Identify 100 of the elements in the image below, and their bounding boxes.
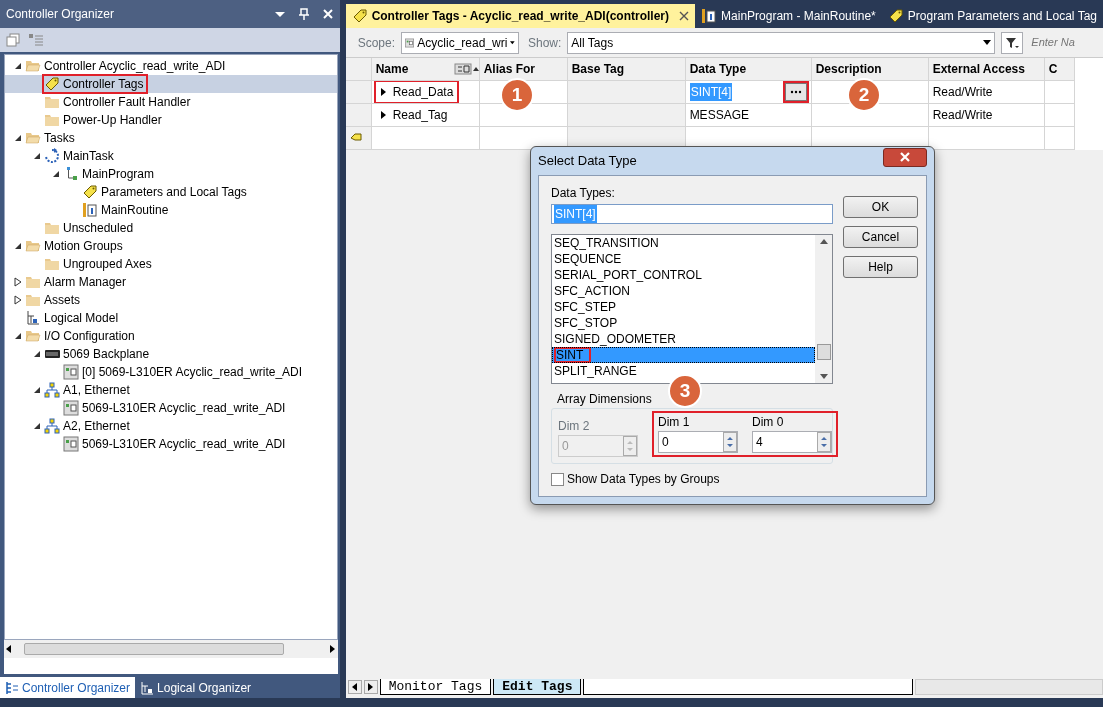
tree-item[interactable]: MainRoutine <box>5 201 337 219</box>
browse-button[interactable] <box>784 83 807 101</box>
field-label: Dim 2 <box>558 418 591 435</box>
horizontal-scrollbar[interactable] <box>4 640 338 658</box>
tree-item[interactable]: Controller Acyclic_read_write_ADI <box>5 57 337 75</box>
filter-icon <box>1005 36 1020 49</box>
table-cell: Read/Write <box>928 104 1045 127</box>
table-cell: Read/Write <box>928 81 1045 104</box>
folder-icon <box>44 220 60 236</box>
panel-tab[interactable]: Logical Organizer <box>135 677 257 698</box>
tree-item[interactable]: A1, Ethernet <box>5 381 337 399</box>
list-item[interactable]: SEQ_TRANSITION <box>552 235 815 251</box>
scroll-left-button[interactable] <box>347 680 362 694</box>
network-icon <box>44 382 60 398</box>
column-header[interactable]: Name <box>371 58 480 81</box>
number-field[interactable]: 0 <box>658 431 738 453</box>
routine-icon <box>701 8 718 24</box>
tree-label: Controller Fault Handler <box>62 94 192 110</box>
list-item[interactable]: SFC_STOP <box>552 315 815 331</box>
number-field[interactable]: 4 <box>752 431 832 453</box>
list-item[interactable]: SFC_ACTION <box>552 283 815 299</box>
tree-item[interactable]: Assets <box>5 291 337 309</box>
dialog-button[interactable]: OK <box>843 196 918 218</box>
left-arrow-icon[interactable] <box>6 645 12 653</box>
tree-label: Ungrouped Axes <box>62 256 153 272</box>
tree-item[interactable]: 5069 Backplane <box>5 345 337 363</box>
editor-tab[interactable]: Program Parameters and Local Tag <box>881 4 1103 28</box>
panel-tab[interactable]: Controller Organizer <box>0 677 136 698</box>
tree-label: MainRoutine <box>100 202 170 218</box>
data-type-list[interactable]: SEQ_TRANSITION SEQUENCE SERIAL_PORT_CONTROL SFC_ACTION SFC_STEP SFC_STOP SIGNED_ODOMETER SINT SPLIT_RANGE <box>551 234 833 384</box>
sheet-tab[interactable]: Edit Tags <box>493 679 582 695</box>
tree-item[interactable]: 5069-L310ER Acyclic_read_write_ADI <box>5 435 337 453</box>
show-groups-checkbox[interactable]: Show Data Types by Groups <box>551 470 833 488</box>
tree-item[interactable]: Unscheduled <box>5 219 337 237</box>
spinner-icon <box>623 436 637 456</box>
tree-item[interactable]: Alarm Manager <box>5 273 337 291</box>
up-arrow-icon[interactable] <box>819 239 828 244</box>
tree-item[interactable]: MainProgram <box>5 165 337 183</box>
scroll-right-button[interactable] <box>363 680 378 694</box>
list-item[interactable]: SIGNED_ODOMETER <box>552 331 815 347</box>
folder-icon <box>25 328 41 344</box>
filter-field[interactable]: Enter Na <box>1029 33 1090 52</box>
table-cell: Read_Data <box>375 82 458 102</box>
tree-item[interactable]: Controller Fault Handler <box>5 93 337 111</box>
column-header[interactable]: External Access <box>928 58 1045 81</box>
folder-icon <box>44 256 60 272</box>
tree-icon <box>5 680 19 695</box>
close-button[interactable] <box>883 147 927 167</box>
tree-item[interactable]: MainTask <box>5 147 337 165</box>
field-label: Data Types: <box>551 185 616 202</box>
tree-label: Alarm Manager <box>43 274 128 290</box>
tree-label: A2, Ethernet <box>62 418 131 434</box>
horizontal-scrollbar[interactable] <box>915 679 1103 695</box>
right-arrow-icon[interactable] <box>329 645 336 653</box>
down-arrow-icon[interactable] <box>819 374 828 379</box>
network-icon <box>44 418 60 434</box>
sheet-tab[interactable]: Monitor Tags <box>379 679 492 695</box>
field-label: Dim 1 <box>658 414 691 431</box>
right-arrow-icon <box>367 683 374 691</box>
list-item[interactable]: SERIAL_PORT_CONTROL <box>552 267 815 283</box>
tree-item[interactable]: Power-Up Handler <box>5 111 337 129</box>
column-header[interactable]: Description <box>811 58 929 81</box>
tree-item[interactable]: Parameters and Local Tags <box>5 183 337 201</box>
list-item[interactable]: SINT <box>552 347 815 363</box>
tree-item[interactable]: [0] 5069-L310ER Acyclic_read_write_ADI <box>5 363 337 381</box>
list-item[interactable]: SFC_STEP <box>552 299 815 315</box>
editor-tab[interactable]: MainProgram - MainRoutine* <box>695 4 882 28</box>
tag-icon <box>351 8 368 24</box>
vertical-scrollbar[interactable] <box>815 235 832 383</box>
tree-label: Assets <box>43 292 81 308</box>
tree-item[interactable]: Tasks <box>5 129 337 147</box>
tree-item[interactable]: A2, Ethernet <box>5 417 337 435</box>
tree-label: A1, Ethernet <box>62 382 131 398</box>
folder-icon <box>25 292 41 308</box>
folder-icon <box>44 94 60 110</box>
show-dropdown[interactable]: All Tags <box>567 31 996 54</box>
scope-dropdown[interactable]: Acyclic_read_wri <box>401 31 519 54</box>
tree-label: Motion Groups <box>43 238 124 254</box>
pin-icon[interactable] <box>297 8 310 20</box>
column-header[interactable]: Data Type <box>685 58 812 81</box>
tree-label: Controller Tags <box>62 76 145 92</box>
close-icon[interactable] <box>679 11 690 21</box>
tree-item[interactable]: Logical Model <box>5 309 337 327</box>
filter-button[interactable] <box>1001 31 1024 54</box>
column-header[interactable]: Alias For <box>479 58 568 81</box>
tree-item[interactable]: I/O Configuration <box>5 327 337 345</box>
folder-icon <box>25 58 41 74</box>
column-header[interactable]: Base Tag <box>567 58 686 81</box>
module-icon <box>63 436 79 452</box>
dialog-button[interactable]: Help <box>843 256 918 278</box>
tree-item[interactable]: 5069-L310ER Acyclic_read_write_ADI <box>5 399 337 417</box>
tree-item[interactable]: Motion Groups <box>5 237 337 255</box>
dialog-button[interactable]: Cancel <box>843 226 918 248</box>
editor-tab[interactable]: Controller Tags - Acyclic_read_write_ADI(controller) <box>345 4 696 28</box>
tree-item[interactable]: Controller Tags <box>5 75 337 93</box>
column-header[interactable]: C <box>1044 58 1075 81</box>
tree-item[interactable]: Ungrouped Axes <box>5 255 337 273</box>
list-item[interactable]: SEQUENCE <box>552 251 815 267</box>
scroll-thumb[interactable] <box>816 344 831 360</box>
left-arrow-icon <box>351 683 358 691</box>
